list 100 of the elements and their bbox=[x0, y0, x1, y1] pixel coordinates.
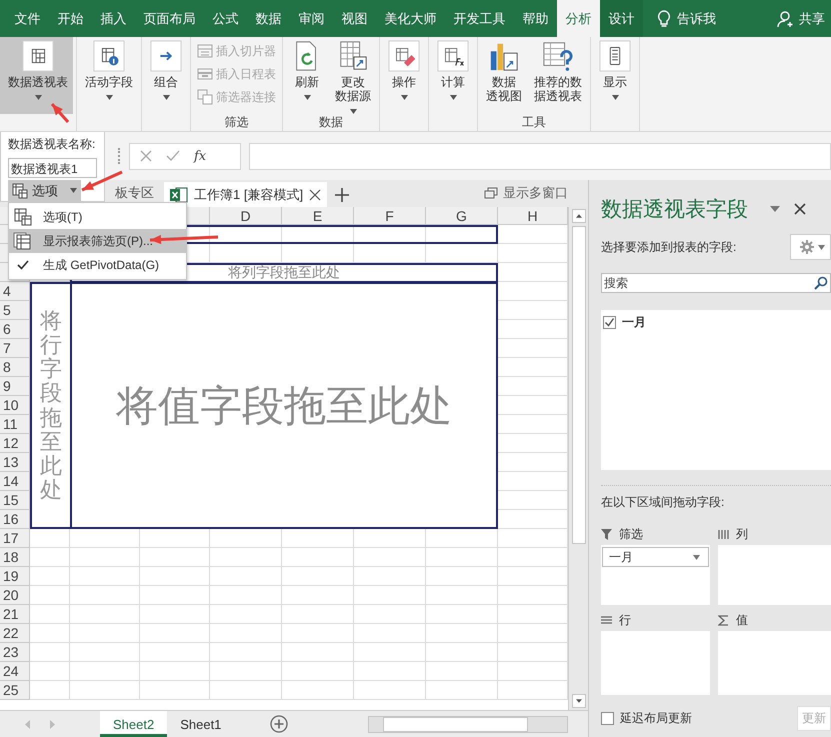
tell-me-search[interactable]: 告诉我 bbox=[643, 0, 730, 37]
row-header[interactable]: 9 bbox=[0, 377, 30, 396]
caret-icon bbox=[162, 95, 170, 100]
row-header[interactable]: 10 bbox=[0, 396, 30, 415]
column-header[interactable]: G bbox=[426, 207, 498, 225]
ribbon-button[interactable]: 操作 bbox=[383, 37, 425, 114]
field-dropdown[interactable]: 一月 bbox=[602, 547, 709, 567]
table-eraser-icon bbox=[388, 40, 420, 72]
column-header[interactable]: H bbox=[498, 207, 568, 225]
filter-icon bbox=[601, 528, 612, 540]
sheet-tab[interactable]: Sheet2 bbox=[100, 711, 168, 737]
row-header[interactable]: 13 bbox=[0, 453, 30, 472]
settings-button[interactable] bbox=[790, 234, 831, 260]
share-button[interactable]: 共享 bbox=[777, 0, 831, 37]
ribbon-button[interactable]: 数据透视表 bbox=[0, 37, 73, 114]
row-header[interactable]: 18 bbox=[0, 548, 30, 567]
ribbon-button[interactable]: 刷新 bbox=[286, 37, 328, 114]
ribbon-button[interactable]: 组合 bbox=[145, 37, 187, 114]
column-header[interactable]: E bbox=[282, 207, 354, 225]
pages-icon bbox=[13, 232, 33, 250]
ribbon-button[interactable]: 显示 bbox=[594, 37, 636, 114]
pane-subtitle: 选择要添加到报表的字段: bbox=[601, 238, 736, 256]
row-header[interactable]: 14 bbox=[0, 472, 30, 491]
row-header[interactable]: 24 bbox=[0, 662, 30, 681]
row-header[interactable]: 7 bbox=[0, 339, 30, 358]
caret-icon bbox=[304, 95, 310, 100]
column-header[interactable]: F bbox=[354, 207, 426, 225]
row-header[interactable]: 8 bbox=[0, 358, 30, 377]
pivot-name-field[interactable]: 数据透视表1 bbox=[8, 158, 97, 178]
row-header[interactable]: 15 bbox=[0, 491, 30, 510]
row-header[interactable]: 11 bbox=[0, 415, 30, 434]
ribbon-tab[interactable]: 数据 bbox=[247, 0, 290, 37]
ribbon-tab[interactable]: 审阅 bbox=[290, 0, 333, 37]
add-sheet-icon[interactable] bbox=[270, 715, 288, 733]
ribbon-tab[interactable]: 设计 bbox=[600, 0, 643, 37]
area-label: 筛选 bbox=[619, 526, 643, 542]
sheet-tab[interactable]: Sheet1 bbox=[167, 711, 234, 737]
caret-icon bbox=[106, 95, 112, 100]
horizontal-scrollbar[interactable] bbox=[368, 716, 568, 732]
pivot-name-label: 数据透视表名称: bbox=[8, 136, 96, 153]
caret-icon bbox=[693, 554, 700, 560]
row-header[interactable]: 12 bbox=[0, 434, 30, 453]
caret-icon bbox=[400, 95, 408, 100]
vertical-scrollbar[interactable] bbox=[568, 207, 588, 710]
ribbon-button[interactable]: 活动字段 bbox=[80, 37, 138, 114]
caret-icon bbox=[350, 109, 356, 114]
formula-input[interactable] bbox=[249, 142, 831, 170]
search-field[interactable]: 搜索 bbox=[601, 273, 831, 293]
workbook-tab[interactable]: 工作簿1 [兼容模式] bbox=[164, 182, 328, 207]
lightbulb-icon bbox=[657, 10, 671, 28]
ribbon-tab[interactable]: 美化大师 bbox=[376, 0, 445, 37]
checkmark-icon[interactable] bbox=[166, 150, 180, 162]
row-header[interactable]: 17 bbox=[0, 529, 30, 548]
group-label: 数据 bbox=[318, 114, 344, 131]
ribbon-tab[interactable]: 插入 bbox=[92, 0, 135, 37]
slicer-icon bbox=[197, 43, 213, 59]
field-chip-label: 一月 bbox=[609, 548, 633, 566]
ribbon-tab[interactable]: 开始 bbox=[49, 0, 92, 37]
row-header[interactable]: 19 bbox=[0, 567, 30, 586]
row-header[interactable]: 16 bbox=[0, 510, 30, 529]
caret-icon bbox=[34, 95, 42, 100]
insert-function-button[interactable]: fx bbox=[194, 148, 206, 164]
row-header[interactable]: 25 bbox=[0, 681, 30, 700]
row-header[interactable]: 22 bbox=[0, 624, 30, 643]
row-header[interactable]: 6 bbox=[0, 320, 30, 339]
ribbon-tab[interactable]: 文件 bbox=[6, 0, 49, 37]
menu-item[interactable]: 显示报表筛选页(P)... bbox=[9, 229, 186, 253]
close-icon[interactable] bbox=[309, 188, 322, 200]
columns-icon bbox=[718, 528, 729, 540]
field-label: 一月 bbox=[622, 314, 646, 331]
row-header[interactable]: 21 bbox=[0, 605, 30, 624]
options-button[interactable]: 选项 bbox=[8, 180, 81, 201]
ribbon-tab[interactable]: 分析 bbox=[557, 0, 600, 37]
row-header[interactable]: 4 bbox=[0, 282, 30, 301]
table-icon bbox=[22, 40, 54, 72]
row-header[interactable]: 5 bbox=[0, 301, 30, 320]
ribbon-button[interactable]: 推荐的数 据透视表 bbox=[529, 37, 587, 114]
new-window-button[interactable]: 显示多窗口 bbox=[484, 184, 588, 207]
column-header[interactable]: D bbox=[210, 207, 282, 225]
row-header[interactable]: 20 bbox=[0, 586, 30, 605]
close-icon[interactable] bbox=[794, 203, 806, 215]
ribbon-button[interactable]: 数据 透视图 bbox=[481, 37, 527, 114]
ribbon-button[interactable]: 更改 数据源 bbox=[330, 37, 376, 114]
settings-icon bbox=[800, 240, 814, 254]
ribbon-tab[interactable]: 页面布局 bbox=[135, 0, 204, 37]
row-header[interactable]: 23 bbox=[0, 643, 30, 662]
ribbon-tab[interactable]: 开发工具 bbox=[445, 0, 514, 37]
ribbon-button[interactable]: 计算 bbox=[432, 37, 474, 114]
menu-item[interactable]: 选项(T) bbox=[9, 205, 186, 229]
caret-icon[interactable] bbox=[770, 206, 780, 212]
ribbon-tab[interactable]: 帮助 bbox=[514, 0, 557, 37]
checkmark-icon bbox=[604, 317, 615, 328]
table-info-icon bbox=[93, 40, 125, 72]
table-icon bbox=[12, 182, 28, 198]
checkbox[interactable] bbox=[601, 712, 614, 724]
ribbon-tab[interactable]: 公式 bbox=[204, 0, 247, 37]
checkbox[interactable] bbox=[603, 316, 616, 329]
cancel-icon[interactable] bbox=[140, 150, 152, 162]
ribbon-tab[interactable]: 视图 bbox=[333, 0, 376, 37]
timeline-icon bbox=[197, 66, 213, 82]
